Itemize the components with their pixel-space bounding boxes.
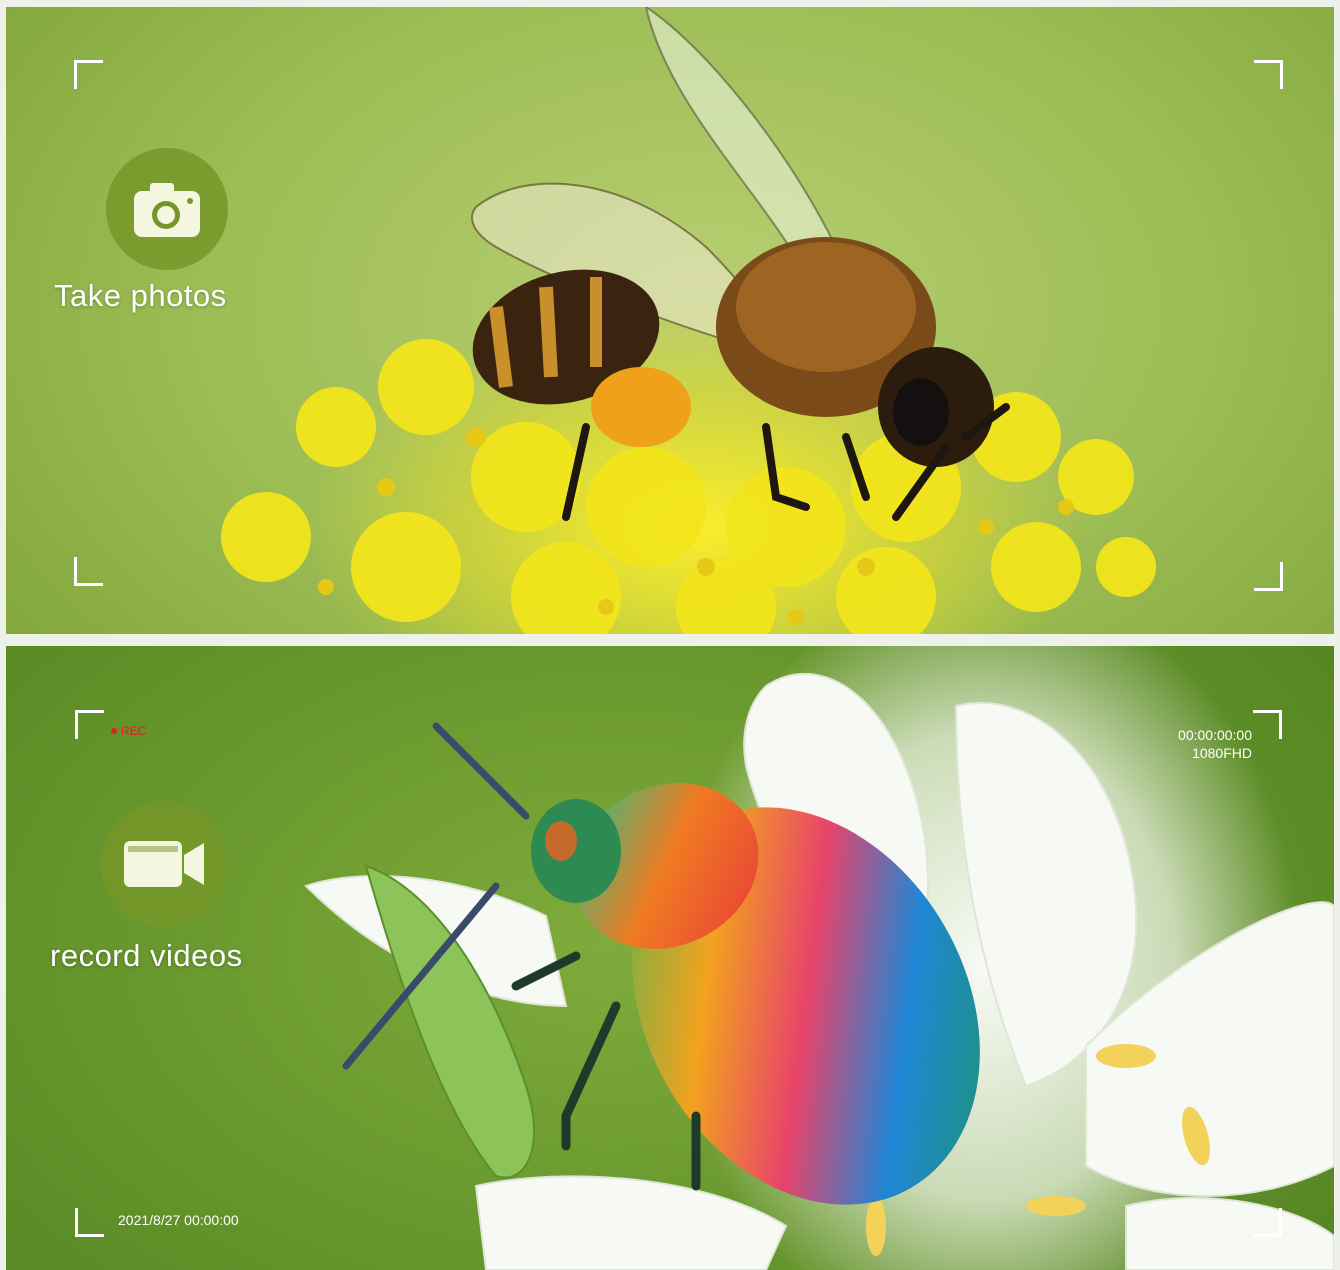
take-photos-caption: Take photos	[54, 278, 227, 313]
viewfinder-corner-top-left	[75, 710, 104, 739]
viewfinder-corner-top-right	[1254, 60, 1283, 89]
rec-label: REC	[121, 724, 147, 738]
bee-on-flower-image	[221, 7, 1156, 634]
photo-badge	[106, 148, 228, 270]
datetime-stamp: 2021/8/27 00:00:00	[118, 1212, 239, 1228]
viewfinder-corner-bottom-left	[75, 1208, 104, 1237]
rec-indicator: REC	[111, 724, 146, 738]
camera-icon	[134, 183, 200, 237]
viewfinder-corner-top-right	[1253, 710, 1282, 739]
photo-panel: Take photos	[6, 7, 1334, 634]
viewfinder-corner-bottom-left	[74, 557, 103, 586]
video-panel: REC 00:00:00:00 1080FHD record videos 20…	[6, 646, 1334, 1270]
record-videos-caption: record videos	[50, 938, 243, 973]
viewfinder-corner-top-left	[74, 60, 103, 89]
timecode: 00:00:00:00	[1178, 727, 1252, 743]
video-camera-icon	[124, 841, 204, 887]
hud-readout: 00:00:00:00 1080FHD	[1178, 726, 1252, 762]
rec-dot-icon	[111, 728, 117, 734]
viewfinder-corner-bottom-right	[1254, 562, 1283, 591]
resolution: 1080FHD	[1192, 745, 1252, 761]
viewfinder-corner-bottom-right	[1253, 1208, 1282, 1237]
video-badge	[101, 801, 227, 927]
